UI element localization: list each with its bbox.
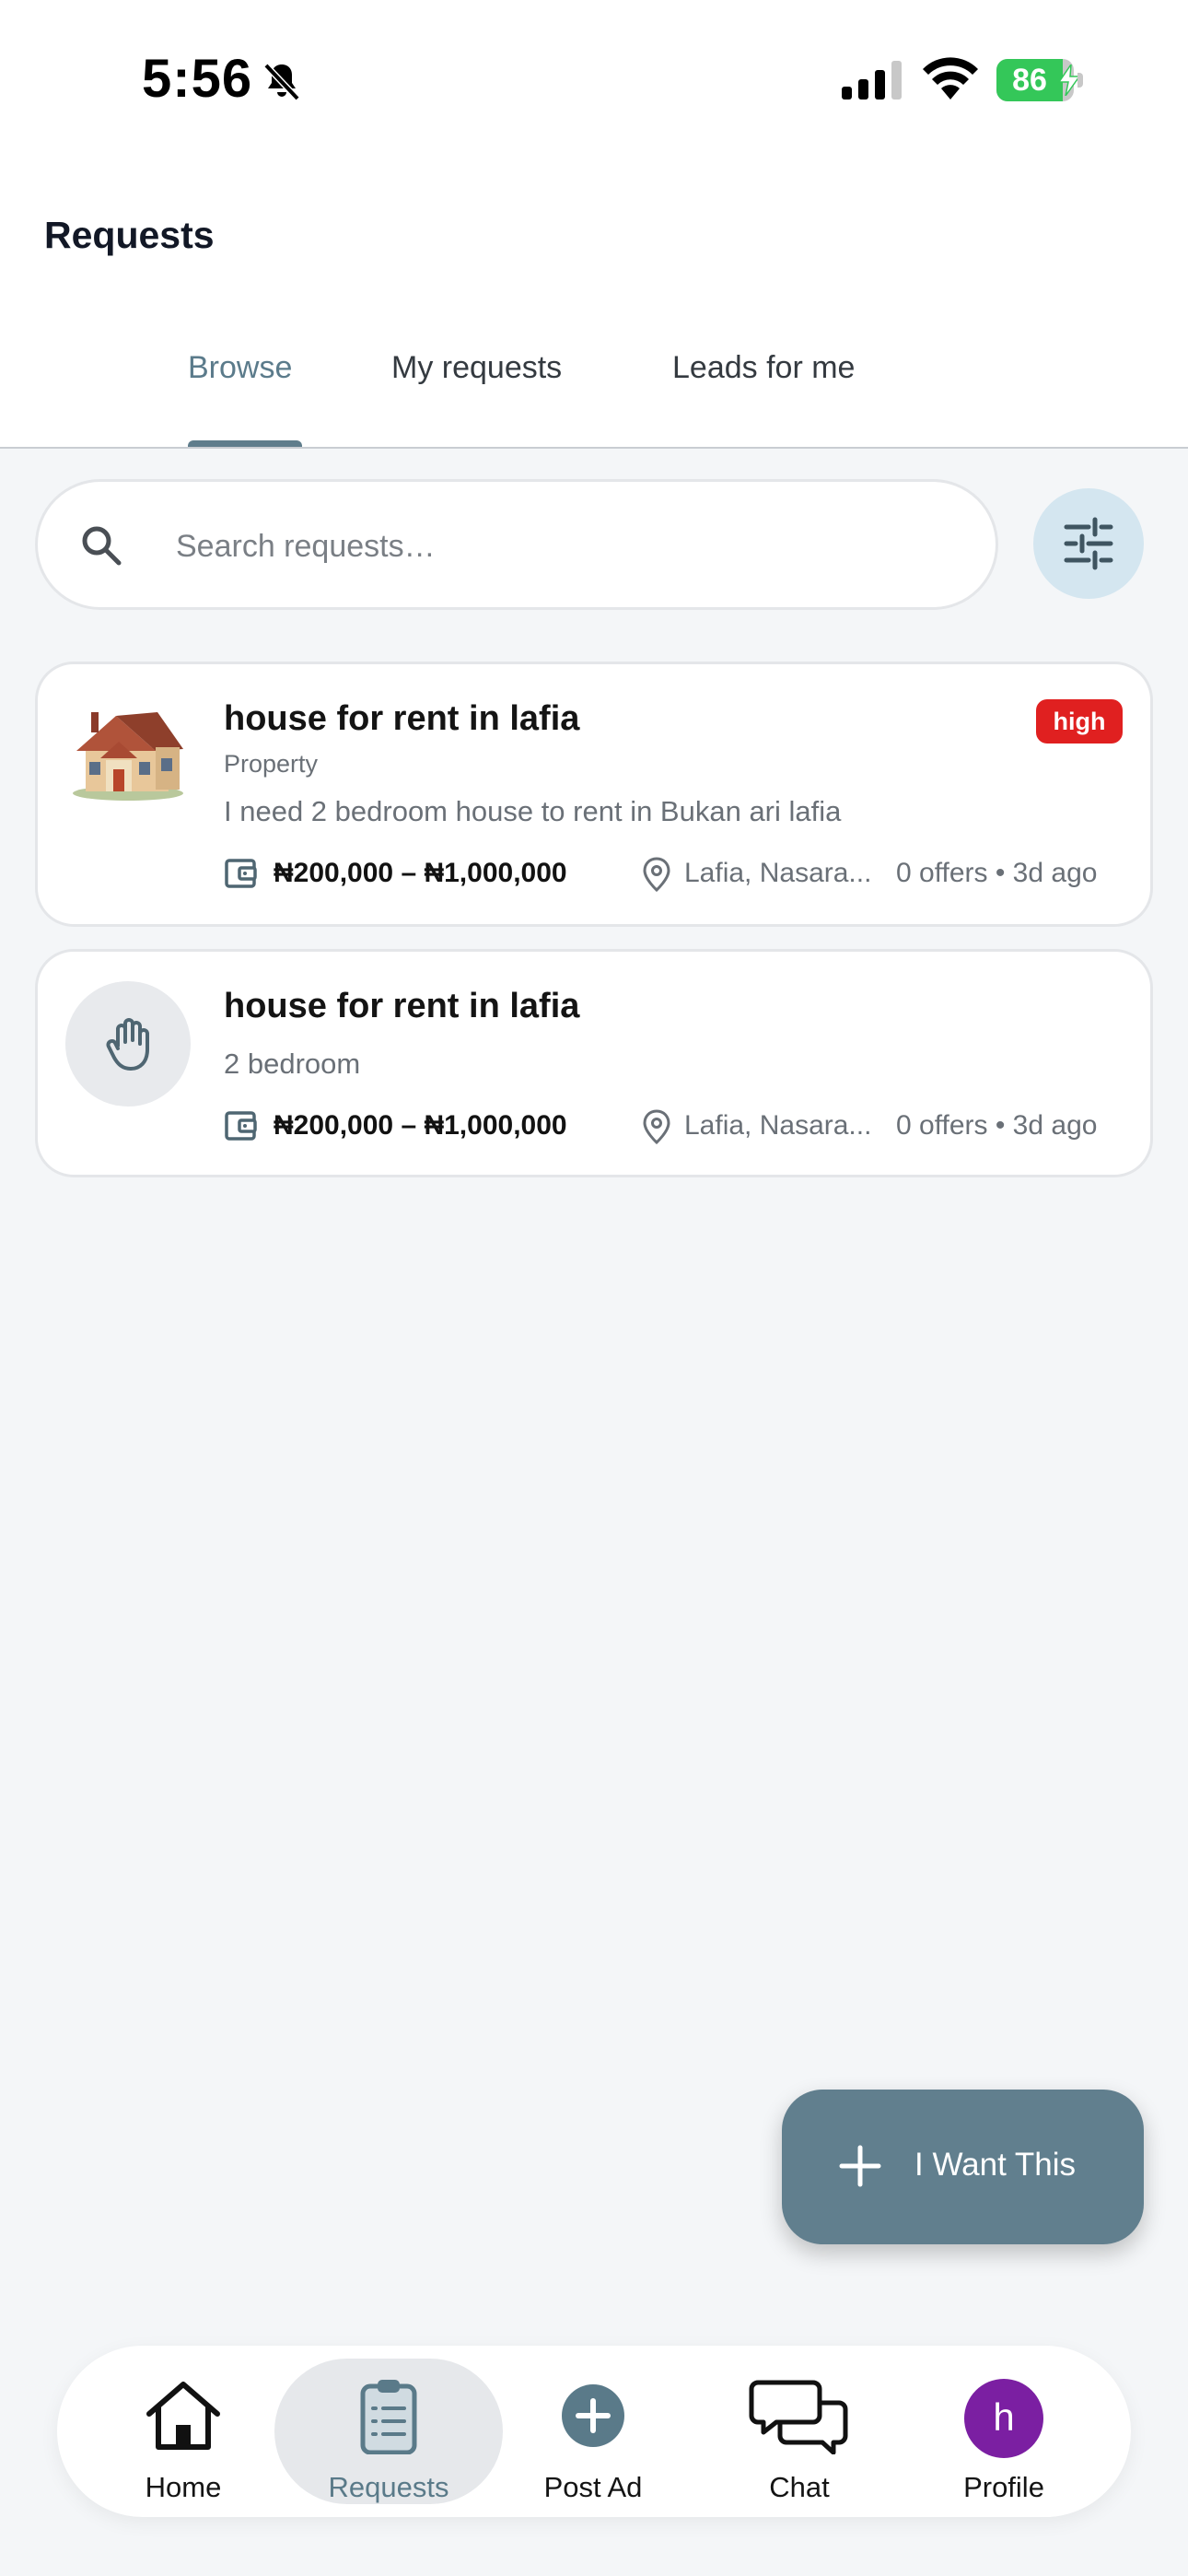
nav-home-label: Home <box>145 2471 222 2503</box>
offers-and-age: 0 offers • 3d ago <box>896 1110 1098 1141</box>
clipboard-icon <box>360 2380 417 2454</box>
battery-cap <box>1077 73 1083 88</box>
sliders-icon <box>1064 517 1113 570</box>
priority-badge: high <box>1036 699 1123 744</box>
nav-chat-label: Chat <box>769 2471 830 2503</box>
request-meta: ₦200,000 – ₦1,000,000 Lafia, Nasara... 0… <box>224 854 1145 895</box>
chat-bubbles-icon <box>749 2380 848 2454</box>
hand-icon <box>106 1018 149 1071</box>
search-input[interactable] <box>176 509 968 583</box>
location-pin-icon <box>643 857 670 893</box>
wallet-icon <box>225 859 257 888</box>
request-description: I need 2 bedroom house to rent in Bukan … <box>224 795 842 827</box>
battery-indicator: 86 <box>996 59 1085 101</box>
i-want-this-button[interactable]: I Want This <box>782 2090 1144 2244</box>
request-meta: ₦200,000 – ₦1,000,000 Lafia, Nasara... 0… <box>224 1107 1145 1147</box>
nav-post-ad-label: Post Ad <box>543 2471 643 2503</box>
avatar: h <box>964 2379 1043 2458</box>
request-title: house for rent in lafia <box>224 699 580 738</box>
location-pin-icon <box>643 1109 670 1145</box>
tab-leads-for-me[interactable]: Leads for me <box>672 350 855 386</box>
offers-and-age: 0 offers • 3d ago <box>896 858 1098 888</box>
request-thumbnail <box>65 981 191 1107</box>
status-time: 5:56 <box>142 49 253 109</box>
home-icon <box>146 2382 220 2450</box>
battery-level-text: 86 <box>1012 63 1047 98</box>
nav-requests-label: Requests <box>328 2471 449 2503</box>
request-location: Lafia, Nasara... <box>684 858 872 888</box>
requests-screen: 5:56 86 Requests Browse My requests Lead… <box>0 0 1188 2576</box>
nav-home[interactable]: Home <box>91 2346 275 2517</box>
wifi-icon <box>923 57 978 100</box>
request-description: 2 bedroom <box>224 1048 361 1080</box>
house-image <box>73 712 183 801</box>
header-divider <box>0 447 1188 449</box>
request-category: Property <box>224 750 319 778</box>
nav-post-ad[interactable]: Post Ad <box>501 2346 685 2517</box>
fab-label: I Want This <box>914 2147 1077 2183</box>
bottom-navigation: Home Requests Post Ad Chat h Profile <box>57 2346 1131 2517</box>
nav-profile[interactable]: h Profile <box>912 2346 1096 2517</box>
page-title: Requests <box>44 214 215 256</box>
tab-browse[interactable]: Browse <box>188 350 292 386</box>
nav-profile-label: Profile <box>963 2471 1044 2503</box>
header: 5:56 86 Requests Browse My requests Lead… <box>0 0 1188 449</box>
signal-icon <box>842 61 902 100</box>
nav-chat[interactable]: Chat <box>707 2346 891 2517</box>
request-title: house for rent in lafia <box>224 987 580 1025</box>
filter-button[interactable] <box>1033 488 1144 599</box>
plus-circle-icon <box>562 2384 624 2447</box>
request-card[interactable]: house for rent in lafia high Property I … <box>35 662 1153 927</box>
plus-icon <box>839 2145 881 2187</box>
search-icon <box>82 526 122 566</box>
tab-bar: Browse My requests Leads for me <box>0 350 1188 449</box>
search-bar[interactable] <box>35 479 998 610</box>
wallet-icon <box>225 1111 257 1141</box>
bell-muted-icon <box>263 63 300 101</box>
request-location: Lafia, Nasara... <box>684 1110 872 1141</box>
budget-range: ₦200,000 – ₦1,000,000 <box>274 1110 567 1141</box>
budget-range: ₦200,000 – ₦1,000,000 <box>274 858 567 888</box>
tab-my-requests[interactable]: My requests <box>391 350 562 386</box>
nav-requests[interactable]: Requests <box>297 2346 481 2517</box>
request-card[interactable]: house for rent in lafia 2 bedroom ₦200,0… <box>35 949 1153 1177</box>
